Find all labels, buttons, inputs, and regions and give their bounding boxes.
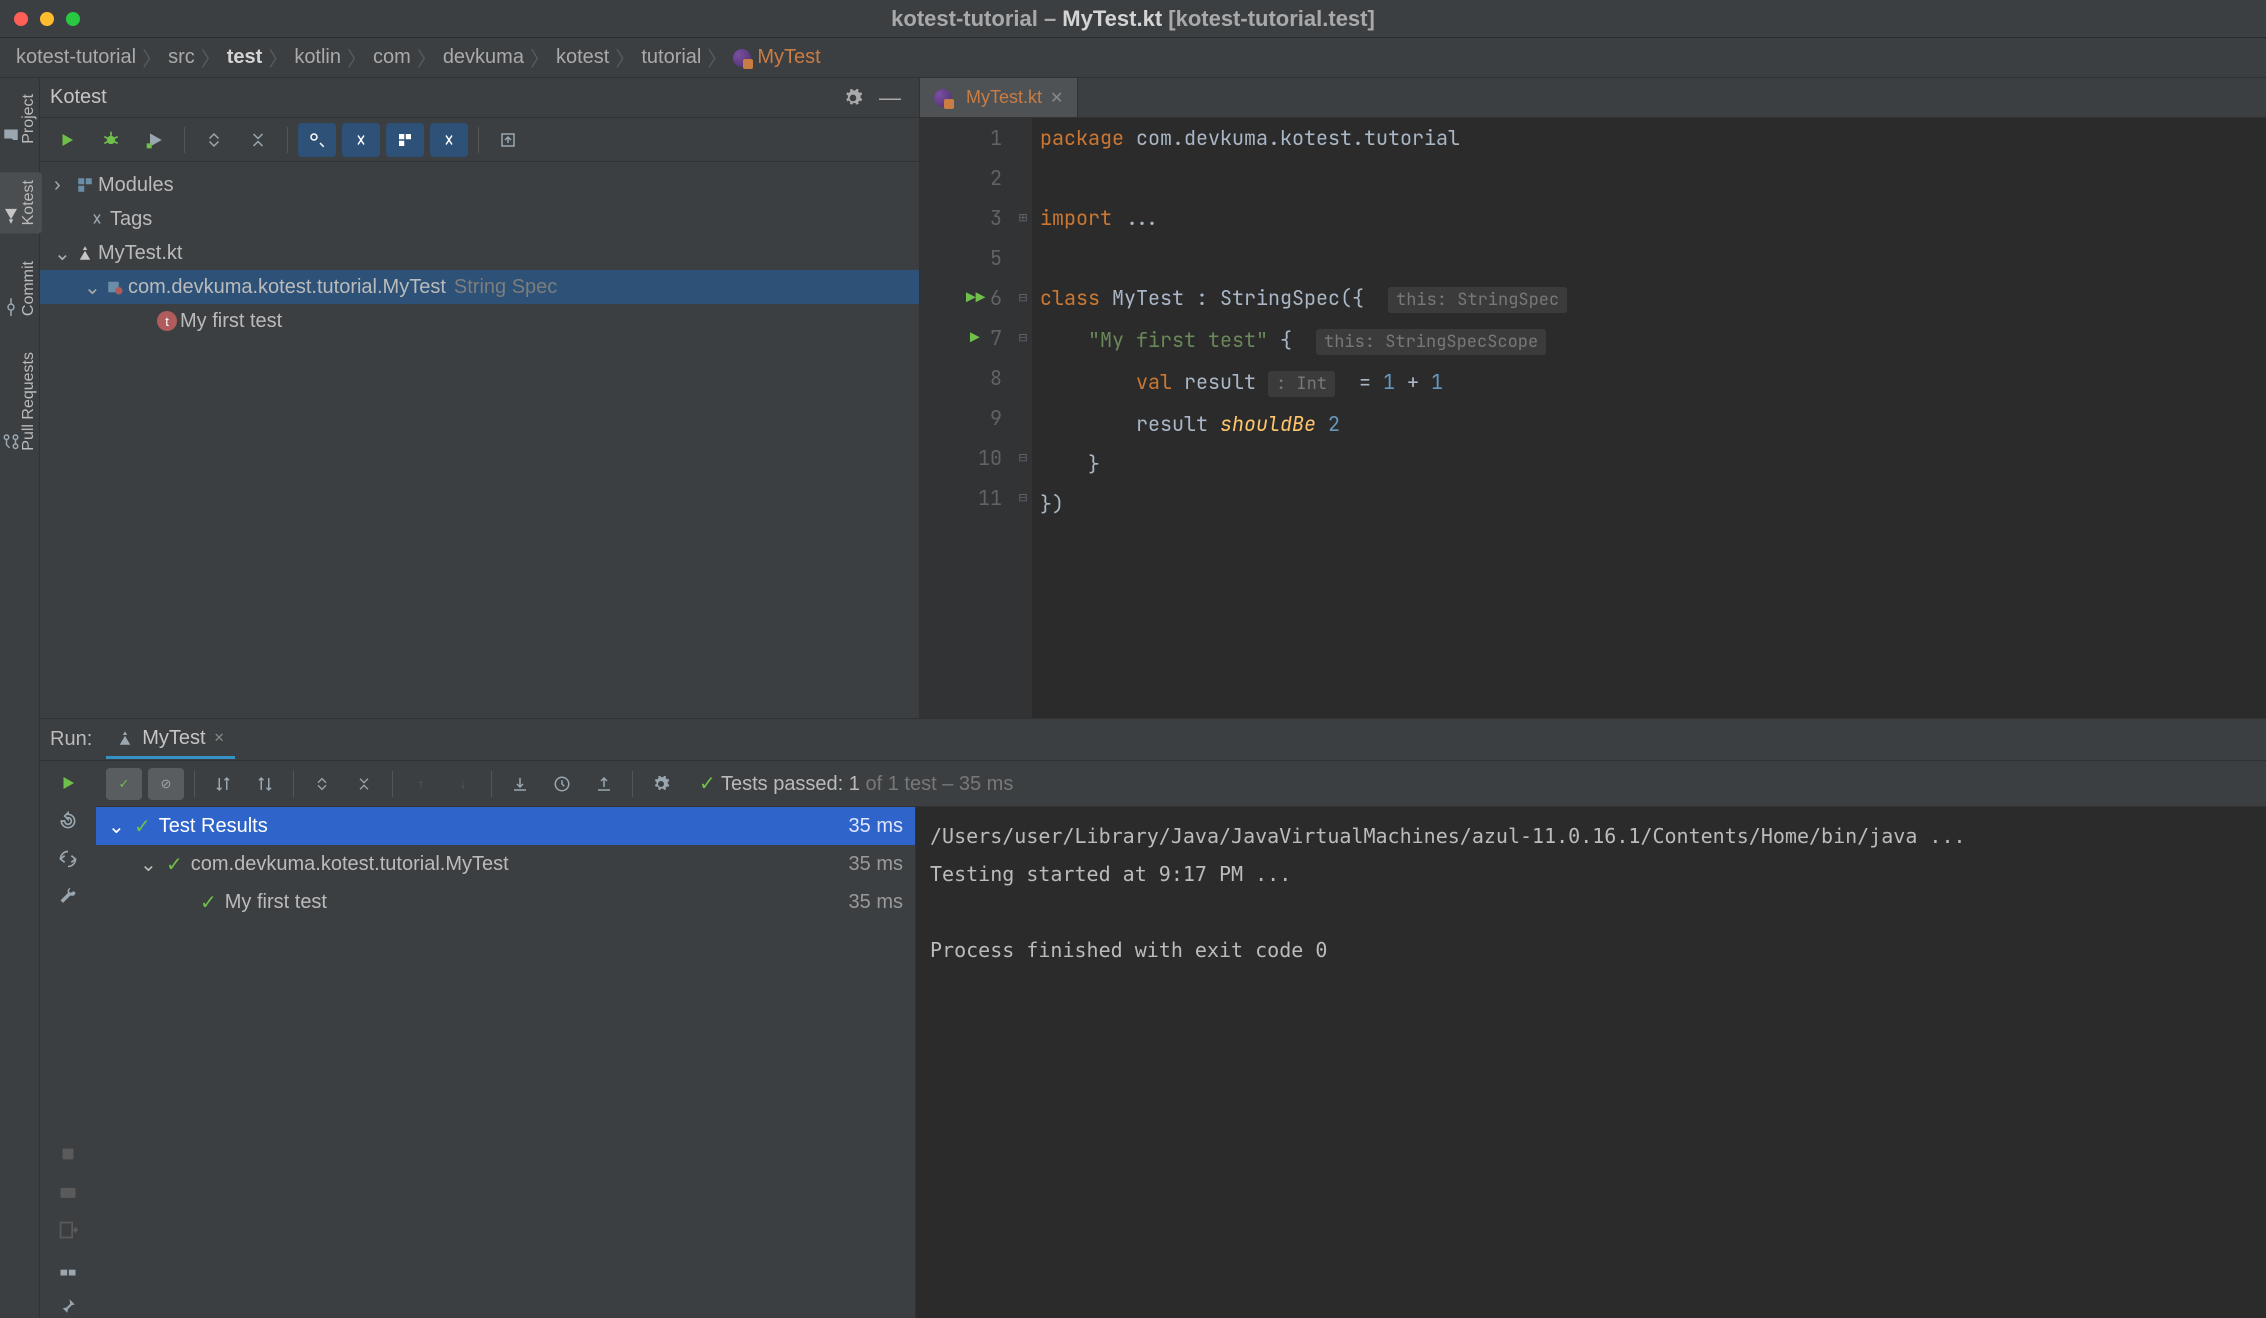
run-with-coverage-button[interactable] [136, 123, 174, 157]
minimize-panel-button[interactable]: — [871, 85, 909, 111]
sort-button[interactable] [205, 768, 241, 800]
import-button[interactable] [502, 768, 538, 800]
kotest-icon [2, 207, 20, 225]
run-gutter-icon[interactable]: ▶▶ [966, 278, 985, 318]
crumb-active[interactable]: MyTest [757, 46, 820, 69]
test-badge-icon: t [157, 311, 177, 331]
wrench-icon[interactable] [56, 885, 80, 909]
run-tree: ⌄✓ Test Results 35 ms ⌄✓ com.devkuma.kot… [96, 807, 916, 1318]
exit-button[interactable] [56, 1218, 80, 1242]
run-label: Run: [50, 728, 92, 751]
history-button[interactable] [544, 768, 580, 800]
commit-icon [2, 298, 20, 316]
editor-tab[interactable]: MyTest.kt ✕ [920, 78, 1078, 117]
crumb[interactable]: devkuma [443, 46, 524, 69]
filter-callbacks-button[interactable] [298, 123, 336, 157]
run-tab[interactable]: MyTest ✕ [106, 721, 234, 759]
pull-requests-tool-tab[interactable]: Pull Requests [0, 344, 42, 459]
kotest-panel: Kotest — [40, 78, 920, 718]
export-button[interactable] [586, 768, 622, 800]
kotest-panel-title: Kotest [50, 86, 107, 109]
tree-test[interactable]: t My first test [40, 304, 919, 338]
test-row[interactable]: ✓ My first test 35 ms [96, 883, 915, 921]
expand-all-button[interactable] [195, 123, 233, 157]
test-config-icon [116, 729, 134, 747]
titlebar: kotest-tutorial – MyTest.kt [kotest-tuto… [0, 0, 2266, 38]
left-tool-strip: Project Kotest Commit Pull Requests [0, 78, 40, 1318]
stop-button[interactable] [56, 1142, 80, 1166]
crumb[interactable]: src [168, 46, 195, 69]
editor-gutter[interactable]: 1 2 3 5 6▶▶ 7▶ 8 9 10 11 [920, 118, 1014, 718]
rerun-button[interactable] [56, 771, 80, 795]
expand-all-run-button[interactable] [304, 768, 340, 800]
pin-button[interactable] [56, 1294, 80, 1318]
filter-modules-button[interactable] [386, 123, 424, 157]
close-tab-button[interactable]: ✕ [1050, 88, 1063, 108]
crumb[interactable]: tutorial [641, 46, 701, 69]
tree-class[interactable]: ⌄ com.devkuma.kotest.tutorial.MyTest Str… [40, 270, 919, 304]
dump-threads-button[interactable] [56, 1180, 80, 1204]
kotest-tool-tab[interactable]: Kotest [0, 172, 42, 233]
minimize-window-button[interactable] [40, 12, 54, 26]
kotlin-class-icon [733, 49, 751, 67]
close-run-tab-button[interactable]: ✕ [214, 730, 225, 746]
run-gutter-icon[interactable]: ▶ [970, 318, 980, 358]
editor-code[interactable]: package com.devkuma.kotest.tutorial impo… [1032, 118, 2266, 718]
run-panel: Run: MyTest ✕ [40, 718, 2266, 1318]
collapse-all-button[interactable] [239, 123, 277, 157]
sort-alpha-button[interactable] [247, 768, 283, 800]
editor-area: MyTest.kt ✕ 1 2 3 5 6▶▶ 7▶ 8 [920, 78, 2266, 718]
restore-layout-button[interactable] [56, 1256, 80, 1280]
crumb[interactable]: test [227, 46, 263, 69]
kotlin-file-icon [934, 89, 952, 107]
next-failed-button[interactable]: ↓ [445, 768, 481, 800]
folder-icon [2, 126, 20, 144]
tree-modules[interactable]: › Modules [40, 168, 919, 202]
collapse-all-run-button[interactable] [346, 768, 382, 800]
tree-file[interactable]: ⌄ MyTest.kt [40, 236, 919, 270]
tests-status: ✓ Tests passed: 1 of 1 test – 35 ms [699, 771, 1013, 796]
pull-request-icon [2, 433, 20, 451]
breadcrumb: kotest-tutorial〉 src〉 test〉 kotlin〉 com〉… [0, 38, 2266, 78]
run-console[interactable]: /Users/user/Library/Java/JavaVirtualMach… [916, 807, 2266, 1318]
show-passed-button[interactable]: ✓ [106, 768, 142, 800]
filter-includes-button[interactable] [430, 123, 468, 157]
commit-tool-tab[interactable]: Commit [0, 253, 42, 324]
tree-tags[interactable]: Tags [40, 202, 919, 236]
test-results-root[interactable]: ⌄✓ Test Results 35 ms [96, 807, 915, 845]
crumb[interactable]: kotlin [294, 46, 341, 69]
show-ignored-button[interactable]: ⊘ [148, 768, 184, 800]
run-button[interactable] [48, 123, 86, 157]
project-tool-tab[interactable]: Project [0, 86, 42, 152]
rerun-failed-button[interactable] [56, 809, 80, 833]
test-class-row[interactable]: ⌄✓ com.devkuma.kotest.tutorial.MyTest 35… [96, 845, 915, 883]
filter-tags-button[interactable] [342, 123, 380, 157]
crumb[interactable]: kotest-tutorial [16, 46, 136, 69]
gear-icon[interactable] [835, 88, 871, 108]
crumb[interactable]: com [373, 46, 411, 69]
settings-button[interactable] [643, 768, 679, 800]
window-title: kotest-tutorial – MyTest.kt [kotest-tuto… [891, 6, 1375, 32]
toggle-auto-test-button[interactable] [56, 847, 80, 871]
debug-button[interactable] [92, 123, 130, 157]
maximize-window-button[interactable] [66, 12, 80, 26]
close-window-button[interactable] [14, 12, 28, 26]
prev-failed-button[interactable]: ↑ [403, 768, 439, 800]
navigate-button[interactable] [489, 123, 527, 157]
crumb[interactable]: kotest [556, 46, 609, 69]
